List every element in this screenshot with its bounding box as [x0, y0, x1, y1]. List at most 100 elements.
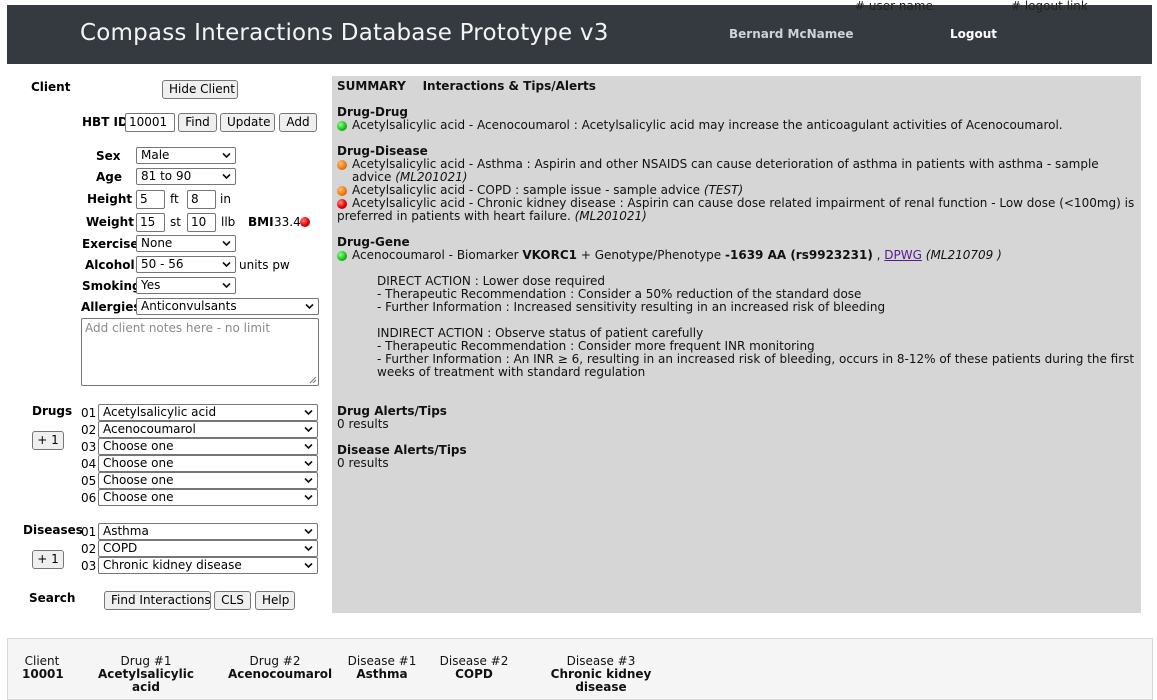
search-section-label: Search [29, 591, 76, 605]
alcohol-select[interactable]: 50 - 56 [136, 256, 236, 273]
age-select[interactable]: 81 to 90 [136, 168, 236, 185]
sex-select-value: Male [141, 148, 170, 162]
chevron-down-icon [222, 173, 231, 180]
hbt-id-label: HBT ID [82, 115, 128, 129]
hbt-id-input[interactable]: 10001 [125, 113, 175, 132]
drug-select-value: Choose one [103, 490, 174, 504]
exercise-label: Exercise [82, 237, 139, 251]
summary-column-disease-1: Disease #1 Asthma [347, 655, 417, 681]
direct-further-info: - Further Information : Increased sensit… [377, 300, 886, 314]
genotype-label: + Genotype/Phenotype [580, 248, 722, 262]
client-section-label: Client [31, 80, 71, 94]
indirect-action-block: INDIRECT ACTION : Observe status of pati… [337, 327, 1136, 379]
disease-select-3[interactable]: Chronic kidney disease [98, 557, 318, 574]
summary-column-value: 10001 [22, 667, 64, 681]
hide-client-button[interactable]: Hide Client [162, 80, 238, 99]
drug-gene-ref: (ML210709 ) [925, 248, 1002, 262]
disease-select-value: Chronic kidney disease [103, 558, 242, 572]
user-name: Bernard McNamee [729, 27, 854, 41]
drug-disease-text: Acetylsalicylic acid - Chronic kidney di… [337, 196, 1135, 223]
allergies-select[interactable]: Anticonvulsants [136, 298, 319, 315]
find-interactions-button[interactable]: Find Interactions [104, 591, 211, 610]
drug-number: 06 [81, 491, 97, 505]
add-client-button[interactable]: Add [279, 113, 317, 132]
drug-select-value: Acetylsalicylic acid [103, 405, 217, 419]
drug-number: 05 [81, 474, 97, 488]
cls-button[interactable]: CLS [214, 591, 251, 610]
diseases-section-label: Diseases [23, 523, 83, 537]
stones-unit: st [170, 215, 181, 229]
drug-select-6[interactable]: Choose one [98, 489, 318, 506]
age-label: Age [96, 170, 123, 184]
drug-disease-text: Acetylsalicylic acid - COPD : sample iss… [352, 183, 701, 197]
disease-select-1[interactable]: Asthma [98, 523, 318, 540]
client-notes-textarea[interactable]: Add client notes here - no limit [81, 318, 319, 386]
summary-panel: SUMMARY Interactions & Tips/Alerts Drug-… [332, 76, 1141, 613]
add-drug-button[interactable]: + 1 [32, 431, 64, 450]
exercise-select-value: None [141, 236, 173, 250]
drug-select-1[interactable]: Acetylsalicylic acid [98, 404, 318, 421]
drug-select-value: Acenocoumarol [103, 422, 196, 436]
drugs-section-label: Drugs [32, 404, 73, 418]
interactions-title: Interactions & Tips/Alerts [422, 79, 596, 93]
summary-title: SUMMARY [337, 79, 406, 93]
sex-label: Sex [96, 149, 121, 163]
smoking-select-value: Yes [141, 278, 161, 292]
summary-column-drug-1: Drug #1 Acetylsalicylic acid [87, 655, 205, 694]
drug-gene-pre: Acenocoumarol - Biomarker [352, 248, 519, 262]
disease-select-value: Asthma [103, 524, 149, 538]
drug-disease-ref: (ML201021) [574, 209, 647, 223]
add-disease-button[interactable]: + 1 [32, 550, 64, 569]
chevron-down-icon [222, 152, 231, 159]
disease-select-2[interactable]: COPD [98, 540, 318, 557]
chevron-down-icon [304, 562, 313, 569]
drug-select-5[interactable]: Choose one [98, 472, 318, 489]
update-client-button[interactable]: Update [220, 113, 275, 132]
bmi-value: 33.4 [274, 215, 301, 229]
height-label: Height [87, 192, 133, 206]
status-red-icon [337, 199, 347, 209]
chevron-down-icon [304, 426, 313, 433]
client-notes-placeholder: Add client notes here - no limit [85, 321, 271, 335]
drug-number: 01 [81, 406, 97, 420]
smoking-select[interactable]: Yes [136, 277, 236, 294]
summary-column-value: Asthma [356, 667, 408, 681]
chevron-down-icon [304, 460, 313, 467]
summary-column-disease-2: Disease #2 COPD [439, 655, 509, 681]
pounds-unit: llb [221, 215, 236, 229]
summary-column-drug-2: Drug #2 Acenocoumarol [228, 655, 332, 681]
allergies-label: Allergies [81, 300, 141, 314]
drug-alerts-title: Drug Alerts/Tips [337, 404, 447, 418]
drug-number: 04 [81, 457, 97, 471]
bmi-status-red-icon [300, 217, 310, 227]
help-button[interactable]: Help [255, 591, 295, 610]
exercise-select[interactable]: None [136, 235, 236, 252]
sex-select[interactable]: Male [136, 147, 236, 164]
bmi-label: BMI [248, 215, 274, 229]
chevron-down-icon [304, 528, 313, 535]
find-client-button[interactable]: Find [178, 113, 217, 132]
height-feet-input[interactable]: 5 [136, 190, 165, 209]
drug-select-value: Choose one [103, 456, 174, 470]
feet-unit: ft [170, 192, 179, 206]
drug-disease-ref: (TEST) [703, 183, 744, 197]
height-inches-input[interactable]: 8 [187, 190, 216, 209]
drug-disease-ref: (ML201021) [395, 170, 468, 184]
alcohol-label: Alcohol [85, 258, 135, 272]
drug-select-2[interactable]: Acenocoumarol [98, 421, 318, 438]
drug-number: 03 [81, 440, 97, 454]
drug-select-3[interactable]: Choose one [98, 438, 318, 455]
weight-pounds-input[interactable]: 10 [187, 213, 216, 232]
weight-stones-input[interactable]: 15 [136, 213, 165, 232]
top-bar: Compass Interactions Database Prototype … [7, 5, 1152, 64]
chevron-down-icon [222, 282, 231, 289]
logout-link[interactable]: Logout [950, 27, 997, 41]
disease-alerts-title: Disease Alerts/Tips [337, 443, 467, 457]
user-name-note: # user name [855, 0, 933, 13]
chevron-down-icon [222, 240, 231, 247]
drug-disease-line: Acetylsalicylic acid - Asthma : Aspirin … [337, 158, 1136, 184]
resize-grip-icon[interactable] [309, 376, 317, 384]
dpwg-link[interactable]: DPWG [884, 248, 922, 262]
drug-select-4[interactable]: Choose one [98, 455, 318, 472]
indirect-further-info: - Further Information : An INR ≥ 6, resu… [377, 352, 1135, 379]
